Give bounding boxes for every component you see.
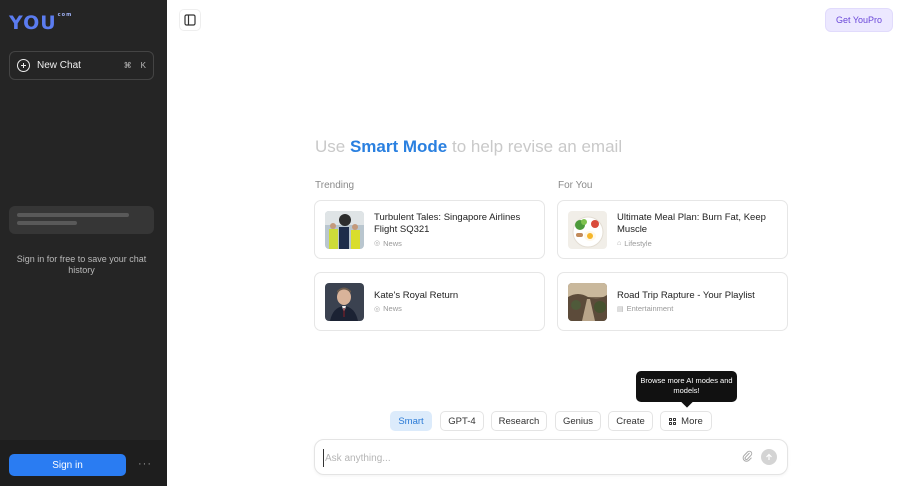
for-you-label: For You bbox=[558, 180, 593, 191]
plus-circle-icon bbox=[17, 59, 30, 72]
more-label: More bbox=[681, 415, 703, 427]
card-title: Turbulent Tales: Singapore Airlines Flig… bbox=[374, 211, 521, 236]
logo-mark: com bbox=[57, 12, 73, 18]
ask-input[interactable] bbox=[323, 449, 723, 467]
get-youpro-button[interactable]: Get YouPro bbox=[825, 8, 893, 32]
hero-accent[interactable]: Smart Mode bbox=[350, 137, 447, 156]
news-icon: ◎ bbox=[374, 240, 381, 247]
for-you-card[interactable]: Ultimate Meal Plan: Burn Fat, Keep Muscl… bbox=[557, 200, 788, 259]
category-label: News bbox=[383, 238, 402, 248]
card-category: ◎ News bbox=[374, 304, 458, 313]
sidebar-footer: Sign in ··· bbox=[0, 440, 167, 486]
sign-in-button[interactable]: Sign in bbox=[9, 454, 126, 476]
mode-tab-create[interactable]: Create bbox=[608, 411, 653, 431]
more-modes-tooltip: Browse more AI modes and models! bbox=[636, 371, 737, 402]
new-chat-button[interactable]: New Chat ⌘ K bbox=[9, 51, 154, 80]
card-text: Ultimate Meal Plan: Burn Fat, Keep Muscl… bbox=[617, 212, 777, 248]
send-button[interactable] bbox=[761, 449, 777, 465]
chat-history-placeholder bbox=[9, 206, 154, 234]
hero-prefix: Use bbox=[315, 137, 346, 156]
category-label: News bbox=[383, 304, 402, 314]
card-title: Kate's Royal Return bbox=[374, 289, 459, 301]
paperclip-icon[interactable] bbox=[742, 450, 753, 465]
card-text: Road Trip Rapture - Your Playlist ▤ Enter… bbox=[617, 290, 755, 314]
sidebar: YOUcom New Chat ⌘ K Sign in for free to … bbox=[0, 0, 167, 486]
you-logo[interactable]: YOUcom bbox=[9, 12, 72, 34]
category-label: Entertainment bbox=[626, 304, 674, 314]
mode-tab-smart[interactable]: Smart bbox=[390, 411, 432, 431]
category-label: Lifestyle bbox=[624, 238, 652, 248]
placeholder-line bbox=[17, 221, 77, 225]
more-options-icon[interactable]: ··· bbox=[138, 458, 152, 470]
mode-tab-gpt4[interactable]: GPT-4 bbox=[440, 411, 484, 431]
sidebar-toggle-button[interactable] bbox=[179, 9, 201, 31]
signin-hint: Sign in for free to save your chat histo… bbox=[16, 254, 147, 275]
arrow-up-icon bbox=[766, 453, 772, 460]
hero-suffix: to help revise an email bbox=[452, 137, 623, 156]
news-thumbnail bbox=[325, 282, 364, 321]
home-icon: ⌂ bbox=[617, 239, 622, 247]
trending-card[interactable]: Kate's Royal Return ◎ News bbox=[314, 272, 545, 331]
news-icon: ◎ bbox=[374, 305, 381, 313]
command-key: ⌘ bbox=[123, 61, 132, 70]
grid-icon bbox=[669, 417, 677, 425]
new-chat-label: New Chat bbox=[37, 60, 81, 71]
hero-headline: Use Smart Mode to help revise an email bbox=[315, 137, 622, 157]
placeholder-line bbox=[17, 213, 129, 217]
mode-tab-research[interactable]: Research bbox=[491, 411, 547, 431]
card-category: ⌂ Lifestyle bbox=[617, 239, 777, 248]
card-text: Turbulent Tales: Singapore Airlines Flig… bbox=[374, 212, 534, 248]
meal-thumbnail bbox=[568, 210, 607, 249]
card-category: ▤ Entertainment bbox=[617, 304, 755, 313]
card-category: ◎ News bbox=[374, 239, 534, 248]
trending-label: Trending bbox=[315, 180, 355, 191]
composer bbox=[314, 439, 788, 475]
mode-tab-genius[interactable]: Genius bbox=[555, 411, 601, 431]
road-trip-thumbnail bbox=[568, 282, 607, 321]
card-text: Kate's Royal Return ◎ News bbox=[374, 290, 458, 314]
mode-tab-more[interactable]: More bbox=[660, 411, 712, 431]
sidebar-panel-icon bbox=[184, 14, 196, 26]
for-you-card[interactable]: Road Trip Rapture - Your Playlist ▤ Enter… bbox=[557, 272, 788, 331]
k-key: K bbox=[140, 61, 146, 70]
shortcut-hint: ⌘ K bbox=[124, 61, 146, 70]
card-title: Ultimate Meal Plan: Burn Fat, Keep Muscl… bbox=[617, 211, 766, 236]
trending-card[interactable]: Turbulent Tales: Singapore Airlines Flig… bbox=[314, 200, 545, 259]
card-title: Road Trip Rapture - Your Playlist bbox=[617, 289, 755, 301]
logo-text: YOU bbox=[9, 12, 57, 34]
film-icon: ▤ bbox=[617, 305, 624, 313]
news-thumbnail bbox=[325, 210, 364, 249]
